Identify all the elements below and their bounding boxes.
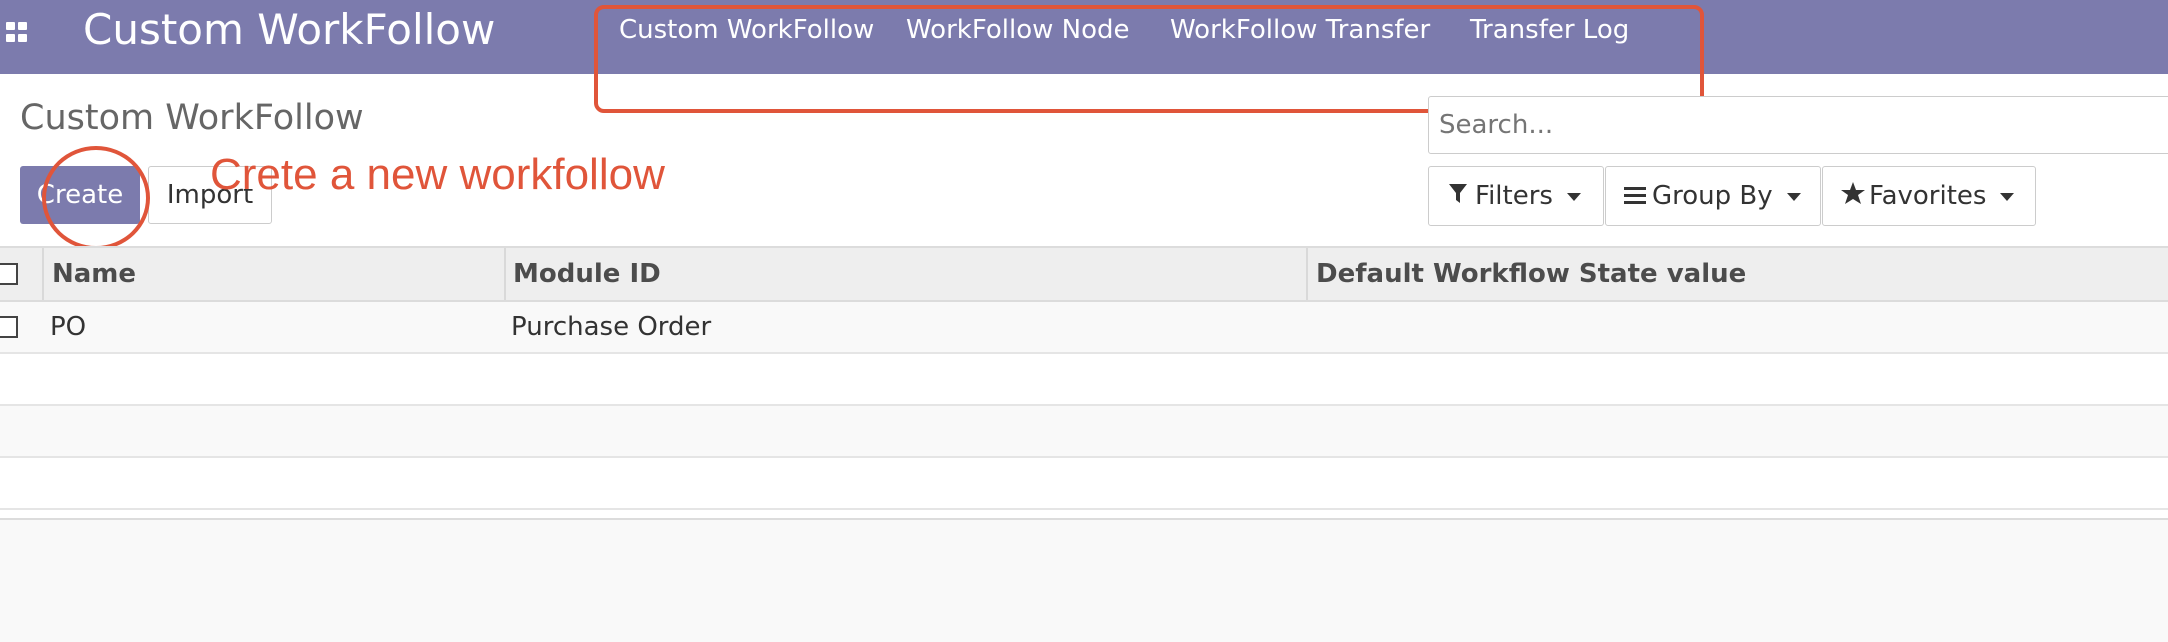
table-row-empty xyxy=(0,354,2168,406)
annotation-text: Crete a new workfollow xyxy=(210,150,665,199)
cell-module-id: Purchase Order xyxy=(511,312,712,342)
column-header-name[interactable]: Name xyxy=(52,248,136,300)
chevron-down-icon xyxy=(1566,192,1581,201)
column-header-module-id[interactable]: Module ID xyxy=(513,248,661,300)
breadcrumb: Custom WorkFollow xyxy=(20,98,364,138)
group-by-button[interactable]: Group By xyxy=(1605,166,1821,226)
list-icon xyxy=(1624,167,1646,225)
table-header: Name Module ID Default Workflow State va… xyxy=(0,246,2168,302)
filters-label: Filters xyxy=(1475,181,1553,211)
row-checkbox[interactable] xyxy=(0,316,18,338)
filter-icon xyxy=(1447,167,1469,225)
app-brand-title[interactable]: Custom WorkFollow xyxy=(83,2,495,58)
filters-button[interactable]: Filters xyxy=(1428,166,1604,226)
favorites-button[interactable]: Favorites xyxy=(1822,166,2036,226)
column-header-default-state[interactable]: Default Workflow State value xyxy=(1316,248,1746,300)
search-input[interactable] xyxy=(1428,96,2168,154)
table-row-empty xyxy=(0,406,2168,458)
chevron-down-icon xyxy=(2000,192,2015,201)
table-row[interactable]: PO Purchase Order xyxy=(0,302,2168,354)
table-row-empty xyxy=(0,458,2168,510)
column-divider xyxy=(42,248,44,300)
chevron-down-icon xyxy=(1786,192,1801,201)
apps-grid-icon[interactable] xyxy=(6,22,30,42)
favorites-label: Favorites xyxy=(1869,181,1987,211)
empty-content-area xyxy=(0,518,2168,642)
cell-name: PO xyxy=(50,312,87,342)
column-divider xyxy=(504,248,506,300)
star-icon xyxy=(1841,167,1865,225)
annotation-circle xyxy=(42,146,150,250)
column-divider xyxy=(1306,248,1308,300)
group-by-label: Group By xyxy=(1652,181,1773,211)
select-all-checkbox[interactable] xyxy=(0,263,18,285)
